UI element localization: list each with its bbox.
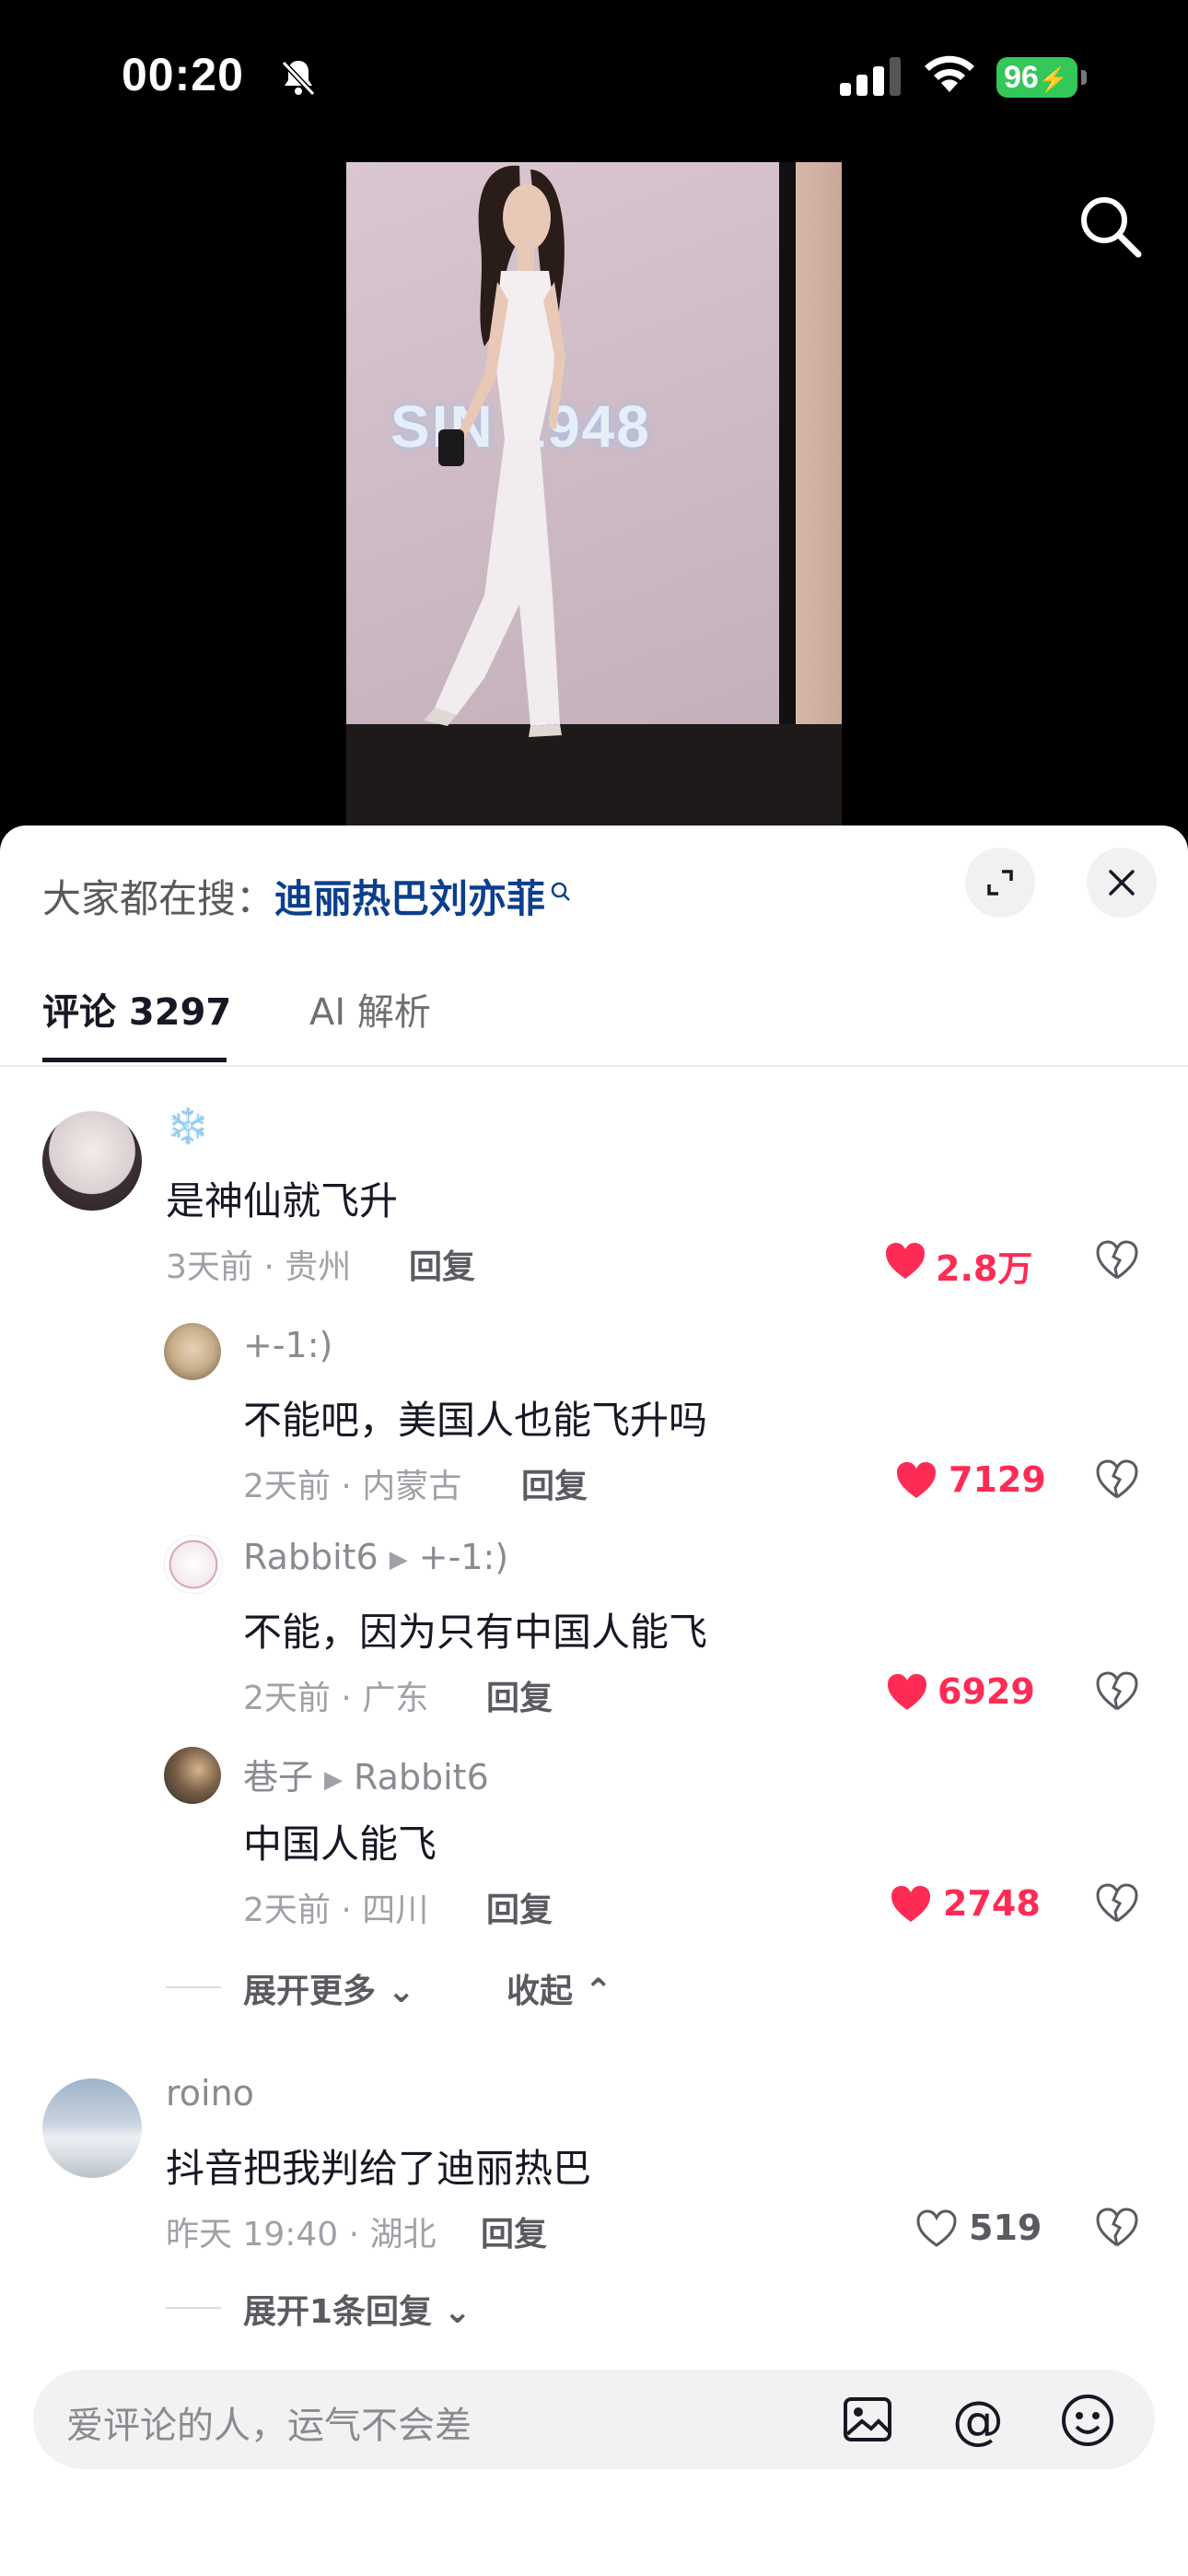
- comment-sheet: 大家都在搜：迪丽热巴刘亦菲 评论 3297 AI 解析 ❄️ 是神仙就飞升 3天…: [0, 825, 1188, 2576]
- trending-search-bar[interactable]: 大家都在搜：迪丽热巴刘亦菲: [42, 868, 573, 924]
- svg-text:@: @: [952, 2392, 1004, 2447]
- comment-text: 抖音把我判给了迪丽热巴: [166, 2146, 592, 2191]
- comment-meta: 昨天 19:40 · 湖北: [166, 2216, 437, 2254]
- avatar[interactable]: [42, 2078, 142, 2178]
- reply-to-username[interactable]: +-1:): [419, 1537, 508, 1577]
- comment-username[interactable]: roino: [166, 2073, 254, 2113]
- reply-username-line: Rabbit6 ▶ +-1:): [243, 1537, 508, 1577]
- heart-filled-icon[interactable]: [895, 1461, 938, 1504]
- reply-username[interactable]: Rabbit6: [243, 1537, 379, 1577]
- comment-tabs: 评论 3297 AI 解析: [0, 982, 1188, 1067]
- expand-sheet-button[interactable]: [965, 848, 1035, 918]
- wifi-icon: [921, 52, 978, 100]
- status-time: 00:20: [122, 49, 244, 100]
- reply-button[interactable]: 回复: [486, 1671, 553, 1719]
- trending-prefix: 大家都在搜：: [42, 876, 275, 921]
- chevron-down-icon: ⌄: [443, 2293, 472, 2331]
- reply-to-arrow-icon: ▶: [389, 1545, 408, 1574]
- reply-to-username[interactable]: Rabbit6: [354, 1757, 489, 1797]
- small-search-icon: [549, 868, 573, 913]
- like-count: 6929: [938, 1671, 1035, 1712]
- emoji-icon[interactable]: [1059, 2392, 1116, 2453]
- heart-filled-icon[interactable]: [890, 1885, 932, 1927]
- silent-bell-icon: [276, 55, 320, 103]
- battery-level: 96⚡: [996, 57, 1077, 98]
- reply-username[interactable]: +-1:): [243, 1325, 332, 1365]
- image-icon[interactable]: [840, 2392, 895, 2451]
- like-count: 2748: [943, 1883, 1041, 1924]
- heart-filled-icon[interactable]: [886, 1673, 928, 1715]
- chevron-down-icon: ⌄: [387, 1973, 415, 2010]
- expand-icon: [987, 870, 1013, 896]
- expand-divider: [166, 2307, 221, 2309]
- video-player[interactable]: SIN 1948: [346, 162, 842, 825]
- collapse-button[interactable]: 收起 ⌃: [507, 1964, 612, 2012]
- mention-icon[interactable]: @: [949, 2391, 1007, 2451]
- heart-filled-icon[interactable]: [884, 1242, 926, 1284]
- chevron-up-icon: ⌃: [584, 1973, 612, 2010]
- tab-comments[interactable]: 评论 3297: [42, 982, 231, 1036]
- like-count: 519: [969, 2207, 1042, 2248]
- reply-button[interactable]: 回复: [486, 1883, 553, 1931]
- reply-text: 中国人能飞: [243, 1821, 437, 1867]
- reply-button[interactable]: 回复: [481, 2207, 547, 2255]
- reply-meta: 2天前 · 广东: [243, 1680, 429, 1717]
- battery-nub: [1081, 70, 1087, 85]
- like-count: 7129: [949, 1459, 1046, 1500]
- close-icon: [1109, 870, 1135, 896]
- search-icon[interactable]: [1076, 192, 1144, 263]
- comment-text: 是神仙就飞升: [166, 1178, 399, 1224]
- comment-username[interactable]: ❄️: [166, 1106, 209, 1147]
- tab-ai-analysis[interactable]: AI 解析: [309, 982, 431, 1036]
- reply-meta: 2天前 · 内蒙古: [243, 1468, 462, 1505]
- dislike-broken-heart-icon[interactable]: [1096, 1459, 1138, 1504]
- reply-username[interactable]: 巷子: [243, 1757, 313, 1797]
- reply-meta: 2天前 · 四川: [243, 1891, 429, 1929]
- expand-replies-button[interactable]: 展开1条回复 ⌄: [243, 2285, 472, 2333]
- comment-input-placeholder: 爱评论的人，运气不会差: [66, 2405, 472, 2447]
- dislike-broken-heart-icon[interactable]: [1096, 1883, 1138, 1927]
- like-count: 2.8万: [936, 1248, 1033, 1289]
- reply-text: 不能，因为只有中国人能飞: [243, 1610, 708, 1655]
- expand-divider: [166, 1986, 221, 1988]
- active-tab-indicator: [42, 1058, 227, 1062]
- dislike-broken-heart-icon[interactable]: [1096, 1671, 1138, 1715]
- reply-button[interactable]: 回复: [521, 1459, 588, 1507]
- cellular-signal-icon: [840, 57, 904, 100]
- comment-input[interactable]: 爱评论的人，运气不会差 @: [33, 2370, 1155, 2469]
- dislike-broken-heart-icon[interactable]: [1096, 1240, 1138, 1284]
- reply-to-arrow-icon: ▶: [324, 1765, 344, 1794]
- trending-keyword-link[interactable]: 迪丽热巴刘亦菲: [274, 876, 545, 921]
- reply-text: 不能吧，美国人也能飞升吗: [243, 1398, 708, 1443]
- reply-button[interactable]: 回复: [409, 1240, 475, 1288]
- avatar[interactable]: [164, 1323, 221, 1380]
- expand-more-button[interactable]: 展开更多 ⌄: [243, 1964, 415, 2012]
- status-bar: 00:20 96⚡: [0, 0, 1188, 258]
- dislike-broken-heart-icon[interactable]: [1096, 2207, 1138, 2252]
- close-sheet-button[interactable]: [1087, 848, 1157, 918]
- heart-outline-icon[interactable]: [915, 2209, 958, 2252]
- avatar[interactable]: [164, 1535, 223, 1594]
- avatar[interactable]: [164, 1747, 221, 1804]
- avatar[interactable]: [42, 1111, 142, 1211]
- woman-figure-image: [424, 165, 565, 737]
- comment-meta: 3天前 · 贵州: [166, 1248, 352, 1286]
- reply-username-line: 巷子 ▶ Rabbit6: [243, 1749, 489, 1799]
